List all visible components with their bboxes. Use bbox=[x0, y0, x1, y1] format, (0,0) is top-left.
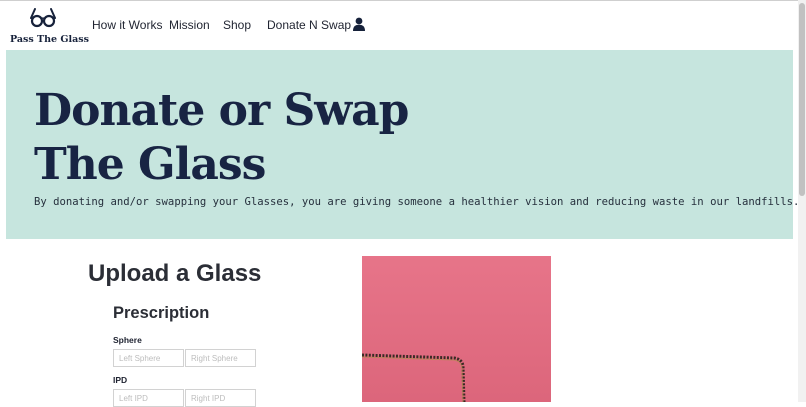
glasses-chain-image bbox=[362, 353, 466, 402]
hero-title-line-1: Donate or Swap bbox=[34, 85, 409, 136]
prescription-title: Prescription bbox=[113, 304, 210, 322]
right-ipd-input[interactable] bbox=[185, 389, 256, 407]
upload-title: Upload a Glass bbox=[88, 260, 262, 287]
page-scrollbar[interactable] bbox=[798, 0, 806, 402]
ipd-label: IPD bbox=[113, 375, 128, 385]
glasses-photo bbox=[362, 256, 551, 402]
brand-name: Pass The Glass bbox=[10, 34, 89, 45]
sphere-label: Sphere bbox=[113, 335, 142, 345]
hero-banner: Donate or Swap The Glass By donating and… bbox=[6, 50, 799, 239]
hero-title-line-2: The Glass bbox=[34, 139, 266, 190]
nav-link-how-it-works[interactable]: How it Works bbox=[92, 18, 162, 32]
nav-link-shop[interactable]: Shop bbox=[223, 18, 251, 32]
left-sphere-input[interactable] bbox=[113, 349, 184, 367]
window-top-border bbox=[0, 0, 806, 1]
user-account-icon[interactable] bbox=[353, 17, 365, 31]
navbar: Pass The Glass How it Works Mission Shop… bbox=[0, 2, 798, 48]
scrollbar-thumb[interactable] bbox=[799, 3, 805, 196]
nav-link-mission[interactable]: Mission bbox=[169, 18, 210, 32]
hero-subtitle: By donating and/or swapping your Glasses… bbox=[34, 196, 800, 208]
left-ipd-input[interactable] bbox=[113, 389, 184, 407]
brand-logo[interactable]: Pass The Glass bbox=[10, 8, 89, 46]
hero-title: Donate or Swap The Glass bbox=[34, 84, 409, 192]
glasses-icon bbox=[30, 8, 56, 28]
nav-link-donate-n-swap[interactable]: Donate N Swap bbox=[267, 18, 351, 32]
right-sphere-input[interactable] bbox=[185, 349, 256, 367]
